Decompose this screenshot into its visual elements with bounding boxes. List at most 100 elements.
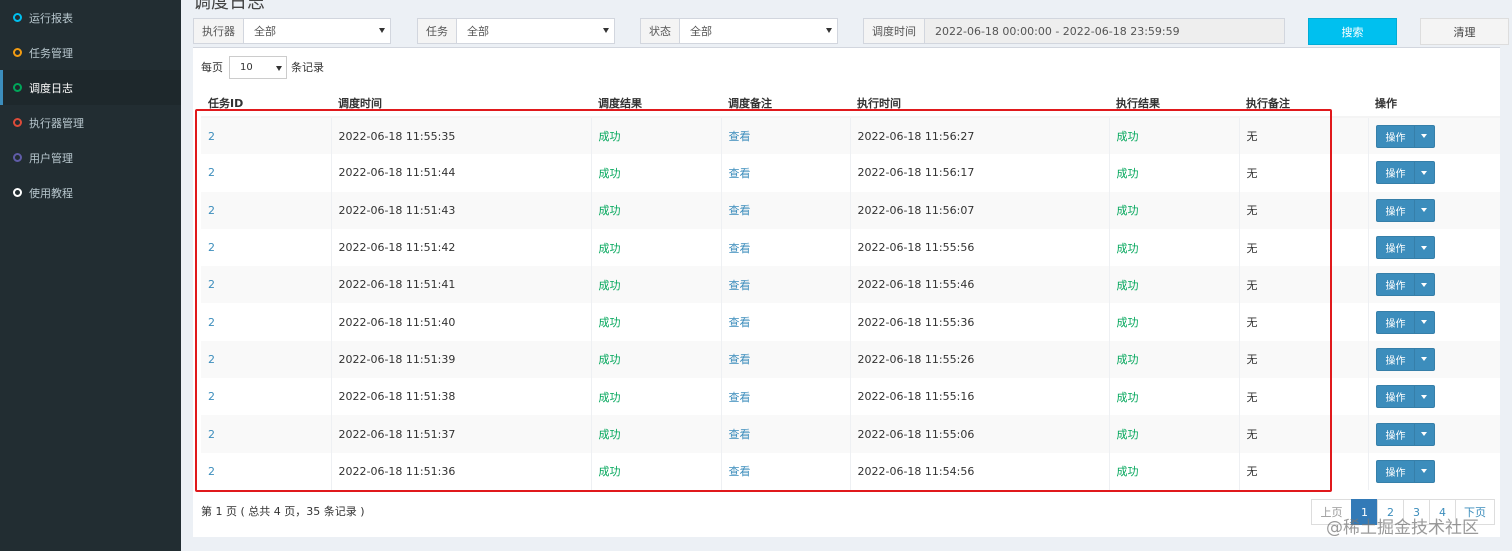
- sidebar-item-2[interactable]: 调度日志: [0, 70, 181, 105]
- view-note-link[interactable]: 查看: [729, 242, 751, 255]
- clear-button[interactable]: 清理: [1420, 18, 1509, 45]
- table-cell: 成功: [590, 340, 721, 379]
- view-note-link[interactable]: 查看: [729, 167, 751, 180]
- status-select[interactable]: 全部: [680, 19, 837, 43]
- caret-down-icon[interactable]: [1413, 460, 1434, 482]
- job-id-link[interactable]: 2: [208, 241, 215, 254]
- job-filter-label: 任务: [418, 19, 457, 43]
- circle-icon: [13, 118, 22, 127]
- handle-time: 2022-06-18 11:55:56: [857, 241, 975, 255]
- executor-select[interactable]: 全部: [244, 19, 390, 43]
- handle-result: 成功: [1116, 130, 1139, 144]
- caret-down-icon[interactable]: [1413, 125, 1434, 147]
- operation-dropdown-button[interactable]: 操作: [1375, 236, 1435, 260]
- page-size-value: 10: [240, 61, 253, 73]
- table-cell: 查看: [720, 415, 850, 453]
- table-cell: 2: [201, 453, 331, 490]
- operation-dropdown-button[interactable]: 操作: [1375, 198, 1435, 222]
- table-cell: 2022-06-18 11:51:42: [330, 228, 591, 267]
- job-id-link[interactable]: 2: [208, 278, 215, 291]
- view-note-link[interactable]: 查看: [729, 316, 751, 329]
- caret-down-icon[interactable]: [1413, 199, 1434, 221]
- table-cell: 查看: [720, 117, 850, 155]
- sidebar-item-5[interactable]: 使用教程: [0, 175, 181, 210]
- operation-label: 操作: [1385, 169, 1406, 181]
- operation-dropdown-button[interactable]: 操作: [1375, 459, 1435, 483]
- handle-result: 成功: [1116, 204, 1139, 218]
- trigger-result: 成功: [598, 204, 621, 218]
- sidebar-item-4[interactable]: 用户管理: [0, 140, 181, 175]
- operation-dropdown-button[interactable]: 操作: [1375, 422, 1435, 446]
- table-cell: 成功: [1108, 228, 1239, 267]
- status-select-value: 全部: [690, 25, 712, 38]
- caret-down-icon[interactable]: [1413, 162, 1434, 184]
- handle-time: 2022-06-18 11:55:26: [857, 352, 975, 366]
- executor-filter[interactable]: 执行器 全部: [193, 18, 391, 44]
- operation-dropdown-button[interactable]: 操作: [1375, 347, 1435, 371]
- table-cell: 2022-06-18 11:51:44: [330, 154, 591, 192]
- page-size-select[interactable]: 10: [229, 55, 287, 79]
- table-cell: 2022-06-18 11:51:43: [330, 191, 591, 229]
- table-cell: 无: [1238, 117, 1368, 155]
- job-id-link[interactable]: 2: [208, 353, 215, 366]
- time-range-input[interactable]: 2022-06-18 00:00:00 - 2022-06-18 23:59:5…: [925, 19, 1284, 43]
- page-size-control: 每页 10 条记录: [201, 55, 324, 79]
- caret-down-icon[interactable]: [1413, 237, 1434, 259]
- sidebar-item-3[interactable]: 执行器管理: [0, 105, 181, 140]
- view-note-link[interactable]: 查看: [729, 428, 751, 441]
- job-id-link[interactable]: 2: [208, 390, 215, 403]
- operation-dropdown-button[interactable]: 操作: [1375, 124, 1435, 148]
- operation-dropdown-button[interactable]: 操作: [1375, 385, 1435, 409]
- caret-down-icon[interactable]: [1413, 274, 1434, 296]
- table-cell: 2: [201, 154, 331, 191]
- operation-label: 操作: [1385, 393, 1406, 405]
- handle-time: 2022-06-18 11:56:27: [857, 129, 975, 143]
- sidebar-item-0[interactable]: 运行报表: [0, 0, 181, 35]
- view-note-link[interactable]: 查看: [729, 279, 751, 292]
- table-cell: 操作: [1367, 415, 1500, 453]
- handle-note: 无: [1246, 130, 1258, 144]
- table-cell: 2: [201, 340, 331, 379]
- table-cell: 成功: [1108, 452, 1239, 490]
- caret-down-icon[interactable]: [1413, 348, 1434, 370]
- operation-dropdown-button[interactable]: 操作: [1375, 310, 1435, 334]
- handle-result: 成功: [1116, 241, 1139, 255]
- table-cell: 成功: [1108, 117, 1239, 155]
- table-cell: 2022-06-18 11:56:27: [849, 117, 1109, 155]
- column-header: 调度备注: [721, 89, 850, 118]
- job-id-link[interactable]: 2: [208, 428, 215, 441]
- view-note-link[interactable]: 查看: [729, 130, 751, 143]
- job-id-link[interactable]: 2: [208, 130, 215, 143]
- job-id-link[interactable]: 2: [208, 204, 215, 217]
- column-header: 调度时间: [331, 89, 591, 118]
- column-header: 任务ID: [201, 89, 331, 118]
- handle-note: 无: [1246, 278, 1258, 292]
- caret-down-icon[interactable]: [1413, 423, 1434, 445]
- view-note-link[interactable]: 查看: [729, 204, 751, 217]
- executor-filter-label: 执行器: [194, 19, 244, 43]
- caret-down-icon[interactable]: [1413, 386, 1434, 408]
- table-cell: 无: [1238, 228, 1368, 267]
- job-id-link[interactable]: 2: [208, 166, 215, 179]
- job-filter[interactable]: 任务 全部: [417, 18, 615, 44]
- table-row: 2 2022-06-18 11:51:38 成功 查看 2022-06-18 11:55…: [201, 378, 1500, 416]
- job-id-link[interactable]: 2: [208, 316, 215, 329]
- time-filter[interactable]: 调度时间 2022-06-18 00:00:00 - 2022-06-18 23…: [863, 18, 1285, 44]
- caret-down-icon[interactable]: [1413, 311, 1434, 333]
- trigger-result: 成功: [598, 166, 621, 180]
- sidebar-item-1[interactable]: 任务管理: [0, 35, 181, 70]
- table-cell: 查看: [720, 303, 850, 341]
- view-note-link[interactable]: 查看: [729, 353, 751, 366]
- table-cell: 成功: [590, 415, 721, 453]
- table-cell: 2022-06-18 11:55:46: [849, 266, 1109, 304]
- view-note-link[interactable]: 查看: [729, 391, 751, 404]
- job-id-link[interactable]: 2: [208, 465, 215, 478]
- search-button[interactable]: 搜索: [1308, 18, 1397, 45]
- status-filter[interactable]: 状态 全部: [640, 18, 838, 44]
- operation-dropdown-button[interactable]: 操作: [1375, 161, 1435, 185]
- job-select[interactable]: 全部: [457, 19, 614, 43]
- operation-dropdown-button[interactable]: 操作: [1375, 273, 1435, 297]
- sidebar: 运行报表 任务管理 调度日志 执行器管理 用户管理 使用教程: [0, 0, 181, 551]
- view-note-link[interactable]: 查看: [729, 465, 751, 478]
- chevron-down-icon: [276, 65, 282, 71]
